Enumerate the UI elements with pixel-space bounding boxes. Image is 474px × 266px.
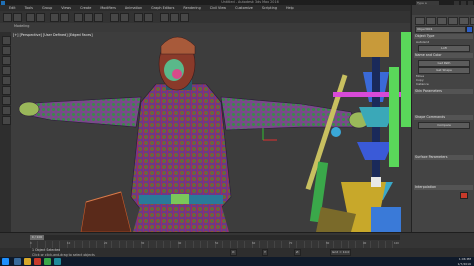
select-by-name-icon[interactable] (60, 13, 69, 22)
snap-icon[interactable] (110, 13, 119, 22)
compare-button[interactable]: Compare (418, 122, 470, 129)
search-input[interactable]: Type a keyword (416, 0, 439, 9)
clock-time: 1:06 PM (458, 257, 471, 261)
minimize-icon[interactable] (454, 0, 459, 5)
render-setup-icon[interactable] (170, 13, 179, 22)
object-color-swatch[interactable] (466, 26, 473, 33)
redo-icon[interactable] (13, 13, 22, 22)
find-icon[interactable] (2, 116, 11, 125)
maximize-icon[interactable] (461, 0, 466, 5)
unlink-icon[interactable] (36, 13, 45, 22)
tick-label: 100 (394, 242, 399, 245)
select-icon[interactable] (50, 13, 59, 22)
app-icon[interactable] (44, 258, 51, 265)
utilities-tab-icon[interactable] (470, 17, 474, 25)
folder-icon[interactable] (24, 258, 31, 265)
hierarchy-icon[interactable] (2, 86, 11, 95)
time-slider[interactable]: 0 / 100 (30, 235, 44, 240)
angle-snap-icon[interactable] (120, 13, 129, 22)
browser-icon[interactable] (14, 258, 21, 265)
transform-gizmo (262, 128, 277, 141)
rollout-object-type[interactable]: Object Type (414, 34, 473, 39)
create-tab-icon[interactable] (415, 17, 425, 25)
rollout-shape-commands[interactable]: Shape Commands (414, 115, 473, 120)
rollout-surface-parameters[interactable]: Surface Parameters (414, 155, 473, 160)
sort-icon[interactable] (2, 76, 11, 85)
tick-label: 70 (289, 242, 293, 245)
os-taskbar: 1:06 PM 1/7/2016 (0, 257, 474, 266)
get-shape-button[interactable]: Get Shape (418, 67, 470, 74)
get-path-button[interactable]: Get Path (418, 60, 470, 67)
align-icon[interactable] (144, 13, 153, 22)
object-swatch-red[interactable] (460, 192, 468, 199)
time-slider-track[interactable] (30, 235, 400, 240)
param-autogrid[interactable]: AutoGrid (416, 40, 472, 44)
undo-icon[interactable] (3, 13, 12, 22)
3dsmax-taskbar-icon[interactable] (54, 258, 61, 265)
start-icon[interactable] (2, 258, 9, 265)
tick-label: 10 (67, 242, 71, 245)
basket-prop (80, 191, 132, 232)
rotate-icon[interactable] (84, 13, 93, 22)
y-coordinate[interactable]: Y: (262, 249, 269, 256)
tick-label: 90 (363, 242, 367, 245)
material-editor-icon[interactable] (160, 13, 169, 22)
app-logo-icon[interactable] (1, 0, 5, 5)
status-bar: 1 Object Selected Click or click-and-dra… (0, 248, 474, 257)
scale-icon[interactable] (94, 13, 103, 22)
grid-size: Grid = 10.0 (330, 249, 352, 256)
close-icon[interactable] (468, 0, 473, 5)
mirror-icon[interactable] (134, 13, 143, 22)
bone-rig (305, 32, 411, 232)
rollout-skin-parameters[interactable]: Skin Parameters (414, 89, 473, 94)
media-icon[interactable] (34, 258, 41, 265)
display-icon[interactable] (2, 56, 11, 65)
tick-label: 50 (215, 242, 219, 245)
object-name-field[interactable]: Object001 (415, 26, 466, 33)
modify-tab-icon[interactable] (426, 17, 436, 25)
freeze-icon[interactable] (2, 96, 11, 105)
tick-label: 60 (252, 242, 256, 245)
tick-label: 80 (326, 242, 330, 245)
perspective-viewport[interactable]: [+] [Perspective] [User Defined] [Edged … (11, 32, 411, 232)
filter-icon[interactable] (2, 66, 11, 75)
display-tab-icon[interactable] (459, 17, 469, 25)
loft-button[interactable]: Loft (418, 45, 470, 52)
hide-icon[interactable] (2, 106, 11, 115)
timeline: 0 / 100 0 10 20 30 40 50 60 70 80 90 100 (0, 232, 474, 249)
param-instance[interactable]: Instance (416, 82, 472, 86)
hierarchy-tab-icon[interactable] (437, 17, 447, 25)
rollout-interpolation[interactable]: Interpolation (414, 185, 473, 190)
motion-tab-icon[interactable] (448, 17, 458, 25)
command-panel: Object001 Object Type AutoGrid Loft Name… (411, 5, 474, 232)
command-panel-tabs (415, 17, 474, 25)
z-coordinate[interactable]: Z: (294, 249, 302, 256)
scene-render (18, 32, 411, 232)
tick-label: 20 (104, 242, 108, 245)
layer-icon[interactable] (2, 46, 11, 55)
render-icon[interactable] (180, 13, 189, 22)
tick-label: 30 (141, 242, 145, 245)
clock-date: 1/7/2016 (457, 261, 471, 266)
viewport-label[interactable]: [+] [Perspective] [User Defined] [Edged … (13, 33, 93, 37)
system-clock[interactable]: 1:06 PM 1/7/2016 (458, 257, 471, 266)
rollout-name-color[interactable]: Name and Color (414, 53, 473, 58)
command-panel-header (412, 5, 474, 15)
window-controls (454, 0, 473, 5)
tick-label: 0 (30, 242, 32, 245)
x-coordinate[interactable]: X: (230, 249, 238, 256)
ribbon-tab-modeling[interactable]: Modeling (14, 24, 29, 28)
move-icon[interactable] (74, 13, 83, 22)
tick-label: 40 (178, 242, 182, 245)
link-icon[interactable] (26, 13, 35, 22)
scene-explorer-icon[interactable] (2, 36, 11, 45)
